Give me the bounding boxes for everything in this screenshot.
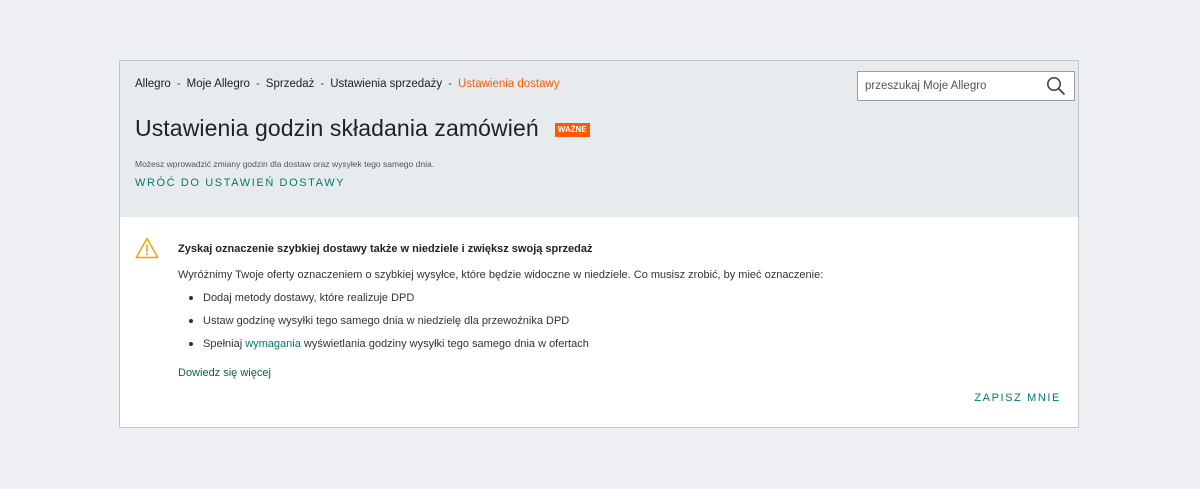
notice-section: Zyskaj oznaczenie szybkiej dostawy także… (120, 217, 1078, 429)
requirements-list: Dodaj metody dostawy, które realizuje DP… (178, 292, 1062, 350)
learn-more-link[interactable]: Dowiedz się więcej (178, 367, 271, 379)
search-input[interactable] (858, 73, 1044, 99)
breadcrumb-separator: - (176, 78, 181, 90)
bullet-dot (189, 342, 193, 346)
warning-icon (135, 237, 159, 259)
bullet-dot (189, 296, 193, 300)
list-item-prefix: Spełniaj (203, 338, 246, 350)
list-item: Dodaj metody dostawy, które realizuje DP… (178, 292, 1062, 304)
breadcrumb-separator: - (320, 78, 325, 90)
notice-title: Zyskaj oznaczenie szybkiej dostawy także… (178, 243, 593, 255)
breadcrumb-current: Ustawienia dostawy (457, 78, 560, 90)
breadcrumb-item-allegro[interactable]: Allegro (135, 78, 171, 90)
list-item: Ustaw godzinę wysyłki tego samego dnia w… (178, 315, 1062, 327)
page-subtitle: Możesz wprowadzić zmiany godzin dla dost… (135, 159, 435, 169)
main-panel: Allegro - Moje Allegro - Sprzedaż - Usta… (119, 60, 1079, 428)
breadcrumb-item-moje-allegro[interactable]: Moje Allegro (187, 78, 250, 90)
subscribe-button[interactable]: ZAPISZ MNIE (974, 392, 1061, 404)
list-item-text: Ustaw godzinę wysyłki tego samego dnia w… (203, 315, 570, 327)
page-title: Ustawienia godzin składania zamówień (135, 115, 539, 141)
breadcrumb-separator: - (448, 78, 452, 90)
requirements-link[interactable]: wymagania (245, 338, 301, 350)
breadcrumb-separator: - (255, 78, 260, 90)
list-item-text: Dodaj metody dostawy, które realizuje DP… (203, 292, 415, 304)
back-to-delivery-settings-link[interactable]: WRÓĆ DO USTAWIEŃ DOSTAWY (135, 177, 345, 189)
search-box (857, 71, 1075, 101)
list-item-suffix: wyświetlania godziny wysyłki tego samego… (300, 338, 589, 350)
search-icon[interactable] (1044, 74, 1068, 98)
page-header: Allegro - Moje Allegro - Sprzedaż - Usta… (120, 61, 1078, 217)
bullet-dot (189, 319, 193, 323)
breadcrumb-item-sprzedaz[interactable]: Sprzedaż (266, 78, 315, 90)
list-item-text: Spełniaj wymagania wyświetlania godziny … (203, 338, 589, 350)
title-row: Ustawienia godzin składania zamówień WAŻ… (135, 115, 1062, 142)
list-item: Spełniaj wymagania wyświetlania godziny … (178, 338, 1062, 350)
notice-text: Wyróżnimy Twoje oferty oznaczeniem o szy… (178, 269, 824, 281)
important-badge: WAŻNE (554, 122, 590, 137)
breadcrumb-item-ustawienia-sprzedazy[interactable]: Ustawienia sprzedaży (330, 78, 442, 90)
